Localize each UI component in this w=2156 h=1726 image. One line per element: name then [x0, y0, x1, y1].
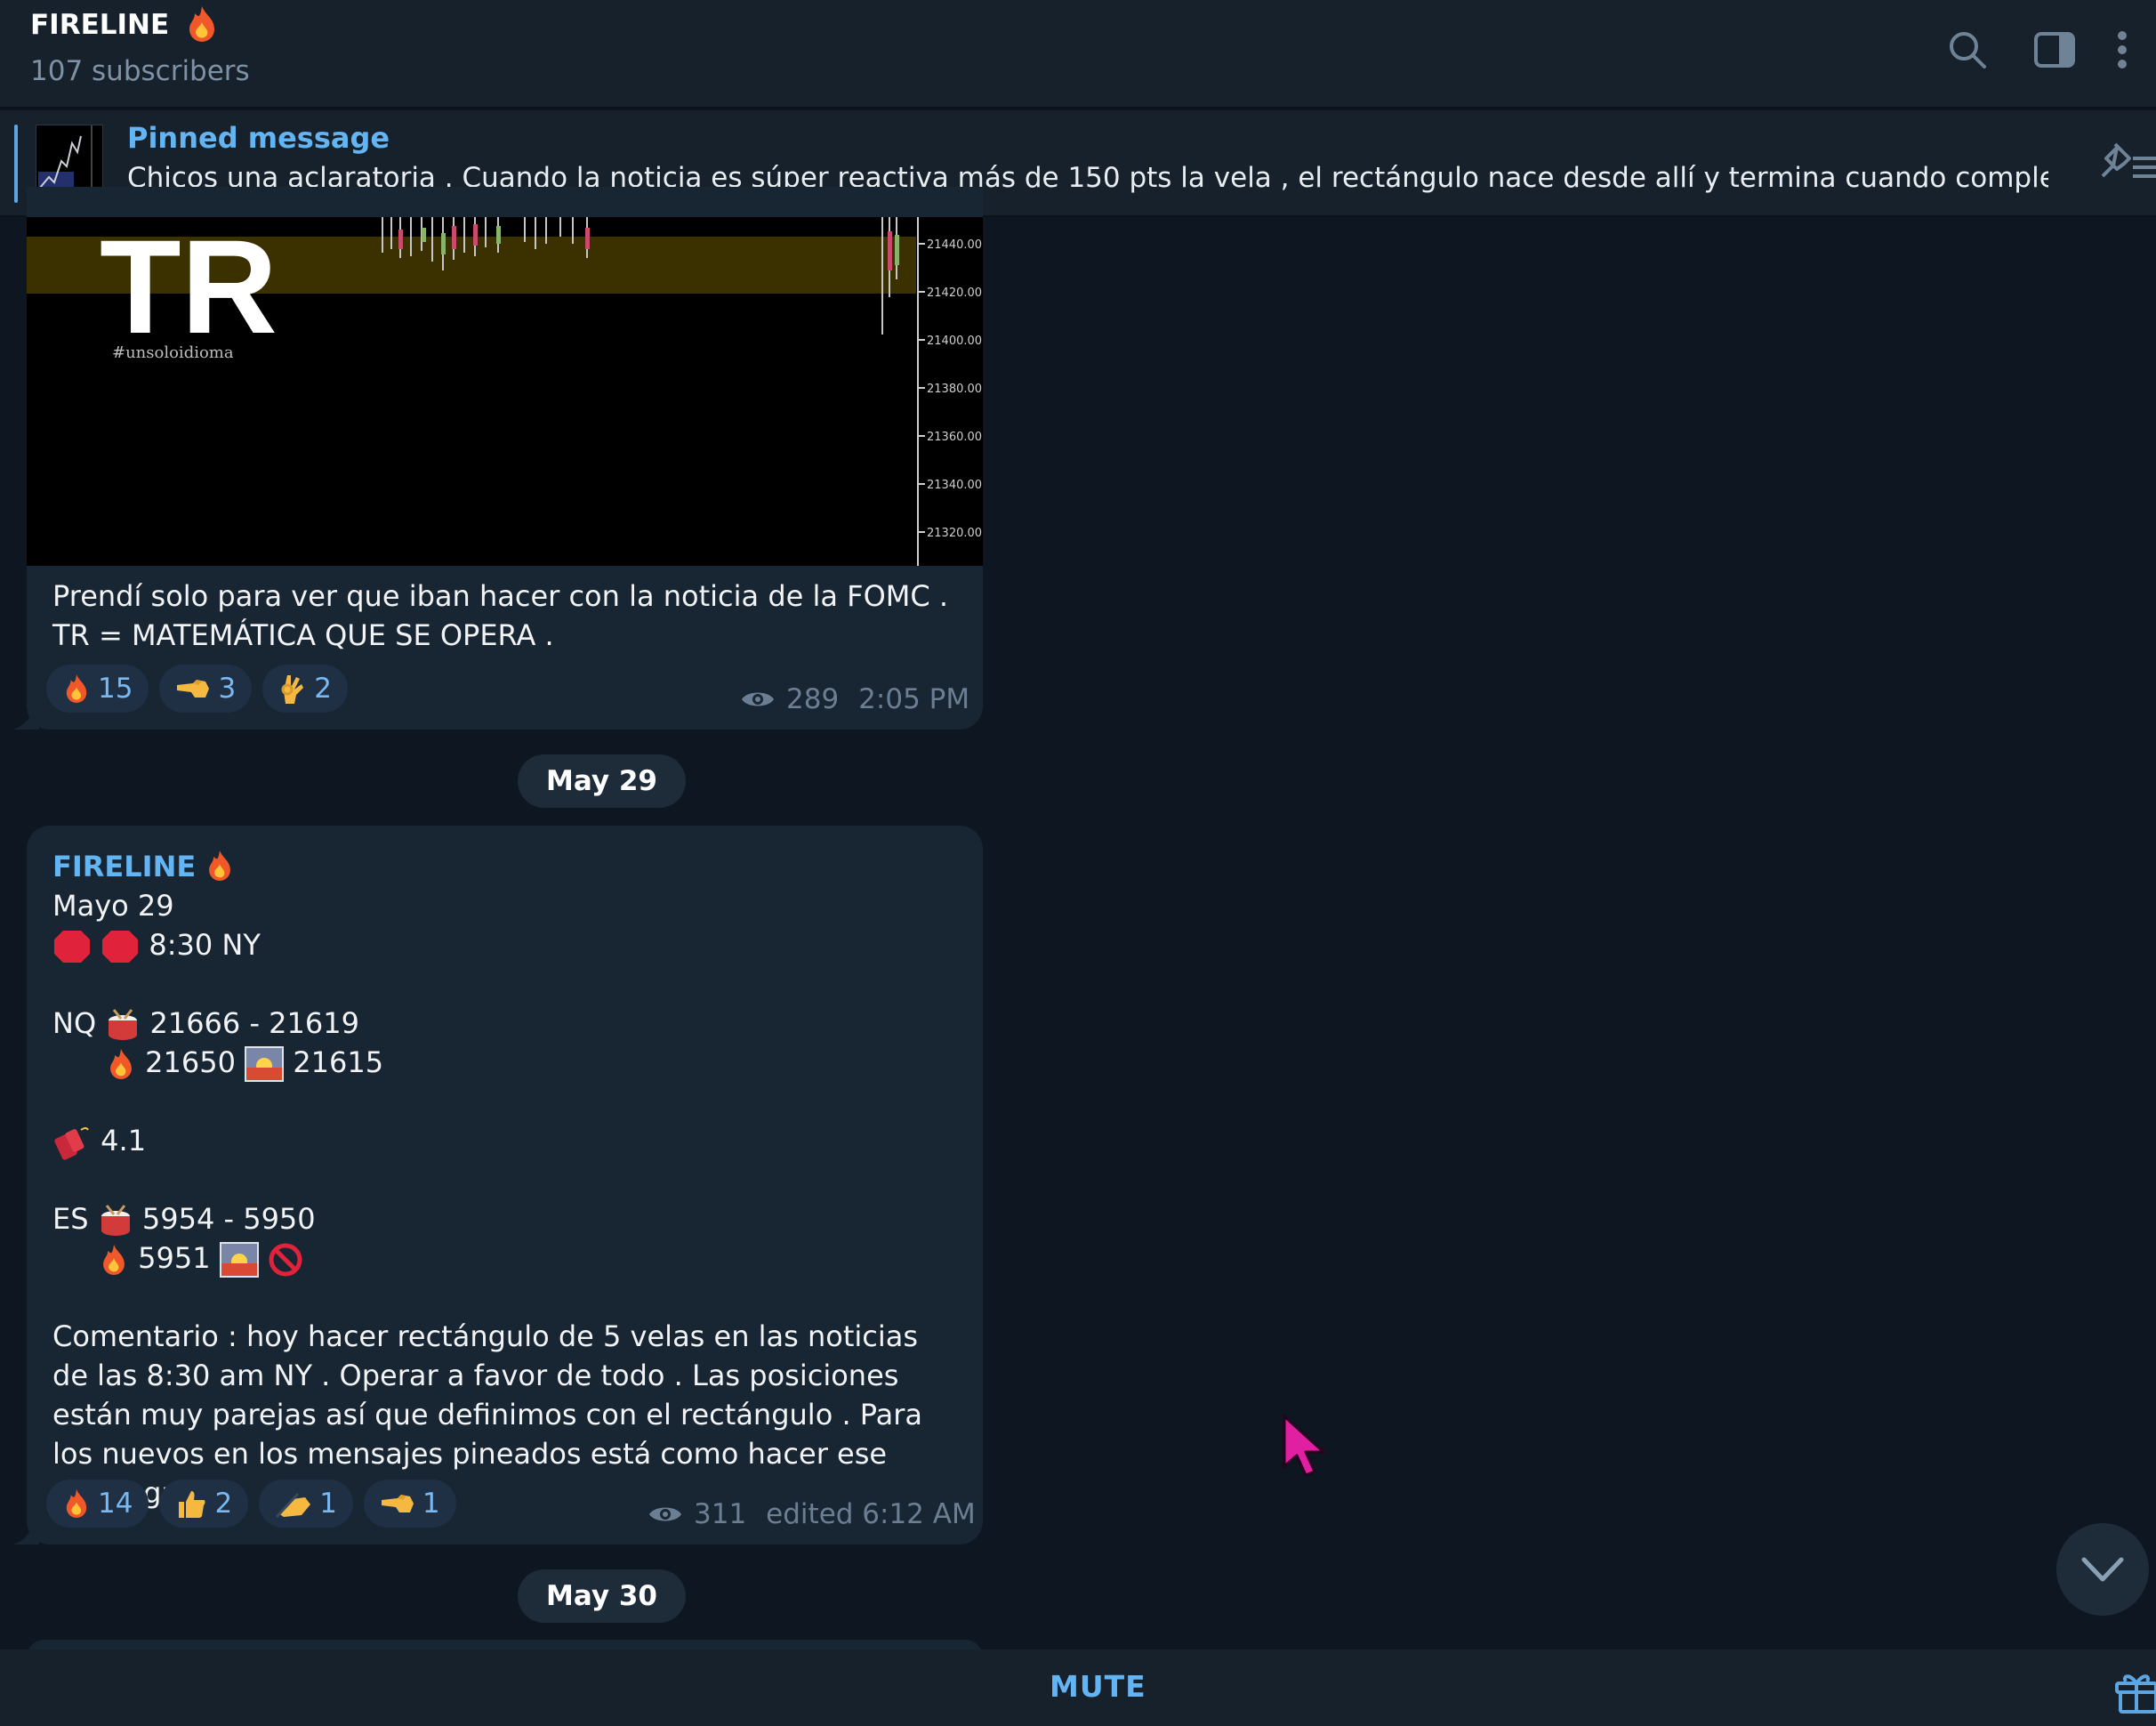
- date-separator: May 29: [518, 754, 686, 808]
- prohibited-icon: [269, 1243, 302, 1277]
- fire-icon: [110, 1049, 132, 1079]
- chevron-down-icon: [2081, 1557, 2124, 1582]
- price-label: 21340.00: [927, 479, 982, 492]
- pinned-list-icon[interactable]: [2094, 137, 2156, 194]
- thumbs-up-icon: [179, 1491, 205, 1518]
- message-text: Prendí solo para ver que iban hacer con …: [52, 579, 949, 652]
- nq-label: NQ: [52, 1006, 97, 1040]
- message-body: FIRELINE Mayo 29 8:30 NY NQ 21666 - 2161…: [52, 847, 960, 1512]
- chat-header[interactable]: FIRELINE 107 subscribers: [0, 0, 2156, 109]
- telegram-channel-window: FIRELINE 107 subscribers Pinned message …: [0, 0, 2156, 1726]
- stop-sign-icon: [54, 931, 90, 963]
- fire-icon: [66, 1489, 87, 1518]
- es-fire-value: 5951: [138, 1241, 211, 1275]
- bubble-tail: [12, 1518, 39, 1545]
- time-text: 8:30 NY: [149, 928, 261, 962]
- reaction-count: 2: [314, 673, 332, 705]
- chart-image[interactable]: TR #unsoloidioma 21440.00 21420.00 21400…: [27, 217, 983, 566]
- date-line: Mayo 29: [52, 889, 174, 923]
- dynamite-line: 4.1: [52, 1121, 960, 1160]
- price-label: 21380.00: [927, 383, 982, 396]
- gift-icon[interactable]: [2113, 1669, 2156, 1714]
- search-icon[interactable]: [1939, 21, 1996, 78]
- es-target-line: 5951: [52, 1238, 960, 1278]
- message-time: 2:05 PM: [858, 683, 970, 715]
- bubble-tail: [12, 703, 39, 730]
- sender-name[interactable]: FIRELINE: [52, 850, 196, 883]
- es-range-line: ES 5954 - 5950: [52, 1199, 960, 1238]
- subscriber-count: 107 subscribers: [30, 55, 250, 87]
- price-label: 21320.00: [927, 527, 982, 540]
- price-label: 21360.00: [927, 431, 982, 444]
- reaction-point-left[interactable]: 1: [363, 1480, 456, 1528]
- price-label: 21400.00: [927, 335, 982, 348]
- reactions-row: 14 2 1 1: [46, 1480, 456, 1528]
- dynamite-value: 4.1: [101, 1124, 147, 1157]
- date-separator: May 30: [518, 1569, 686, 1623]
- fire-icon: [66, 674, 87, 703]
- reaction-fire[interactable]: 15: [46, 665, 149, 713]
- price-label: 21420.00: [927, 286, 982, 300]
- nq-fire-value: 21650: [145, 1045, 236, 1079]
- price-label: 21440.00: [927, 238, 982, 252]
- reaction-writing-hand[interactable]: 1: [259, 1480, 353, 1528]
- sunrise-icon: [245, 1046, 285, 1082]
- bottom-bar: MUTE: [0, 1649, 2156, 1726]
- reaction-count: 1: [319, 1488, 337, 1520]
- reaction-count: 15: [98, 673, 133, 705]
- message-meta: 311 edited 6:12 AM: [648, 1498, 976, 1530]
- stop-sign-icon: [102, 931, 139, 963]
- hashtag-watermark: #unsoloidioma: [112, 343, 234, 362]
- nq-range-line: NQ 21666 - 21619: [52, 1004, 960, 1043]
- fire-icon: [209, 851, 231, 881]
- mouse-cursor-icon: [1283, 1415, 1325, 1477]
- pinned-thumbnail: [36, 125, 103, 196]
- es-range: 5954 - 5950: [141, 1202, 316, 1236]
- reactions-row: 15 3 2: [46, 665, 348, 713]
- reaction-fire[interactable]: 14: [46, 1480, 149, 1528]
- reaction-count: 14: [98, 1488, 133, 1520]
- nq-target-line: 21650 21615: [52, 1043, 960, 1082]
- tr-logo: TR: [100, 217, 278, 361]
- pinned-label: Pinned message: [127, 121, 390, 155]
- view-count: 311: [694, 1498, 747, 1530]
- message-time: edited 6:12 AM: [766, 1498, 976, 1530]
- views-icon: [742, 692, 774, 706]
- point-left-icon: [177, 680, 210, 698]
- view-count: 289: [786, 683, 840, 715]
- writing-hand-icon: [276, 1492, 311, 1519]
- reaction-point-left[interactable]: 3: [159, 665, 253, 713]
- sunrise-icon: [219, 1242, 259, 1278]
- more-options-icon[interactable]: [2104, 21, 2140, 78]
- message-meta: 289 2:05 PM: [740, 683, 969, 715]
- views-icon: [649, 1507, 681, 1521]
- pinned-indicator: [14, 125, 18, 203]
- scroll-to-bottom-button[interactable]: [2056, 1523, 2149, 1616]
- drum-icon: [101, 1205, 130, 1236]
- reaction-thumbs-up[interactable]: 2: [159, 1480, 249, 1528]
- point-left-icon: [381, 1495, 414, 1512]
- mute-button[interactable]: MUTE: [1050, 1669, 1146, 1704]
- fire-icon: [189, 5, 214, 42]
- nq-range: 21666 - 21619: [149, 1006, 359, 1040]
- nq-target-value: 21615: [293, 1045, 384, 1079]
- sender-line[interactable]: FIRELINE: [52, 847, 960, 886]
- reaction-count: 1: [422, 1488, 440, 1520]
- reaction-count: 3: [218, 673, 237, 705]
- firecracker-icon: [54, 1127, 89, 1160]
- drum-icon: [109, 1009, 138, 1040]
- time-line: 8:30 NY: [52, 925, 960, 964]
- reaction-count: 2: [214, 1488, 233, 1520]
- fire-icon: [103, 1245, 125, 1275]
- channel-title[interactable]: FIRELINE: [30, 5, 220, 44]
- es-label: ES: [52, 1202, 89, 1236]
- sidebar-toggle-icon[interactable]: [2026, 21, 2083, 78]
- ok-hand-icon: [281, 675, 304, 704]
- reaction-ok-hand[interactable]: 2: [262, 665, 348, 713]
